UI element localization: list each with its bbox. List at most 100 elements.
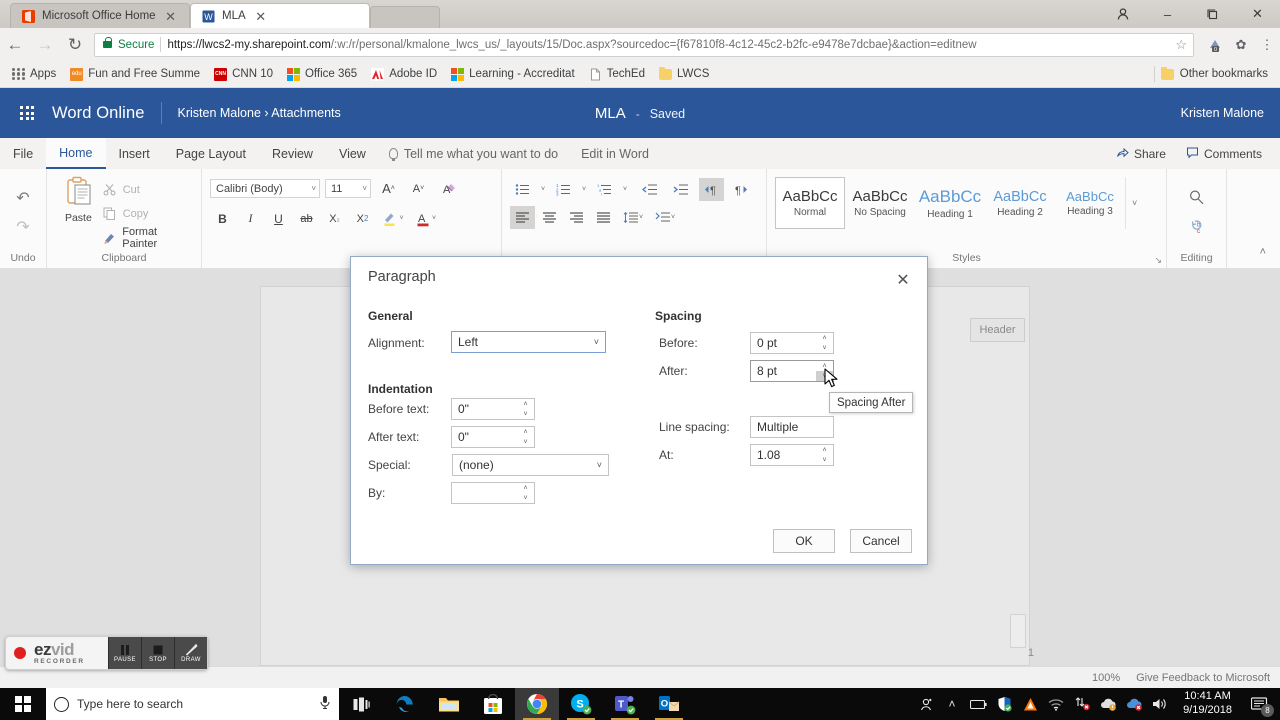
avast-icon[interactable] (1017, 688, 1043, 720)
chrome-menu-icon[interactable]: ⋮ (1254, 32, 1280, 58)
bookmark-cnn-10[interactable]: CNN CNN 10 (208, 66, 279, 83)
after-text-spinner[interactable]: 0" ˄ ˅ (451, 426, 535, 448)
before-text-spinner[interactable]: 0" ˄ ˅ (451, 398, 535, 420)
chevron-down-icon[interactable]: ˅ (358, 184, 367, 193)
taskbar-microsoft-store[interactable] (471, 688, 515, 720)
spacing-before-spinner[interactable]: 0 pt ˄ ˅ (750, 332, 834, 354)
grow-font-button[interactable]: A ˄ (376, 177, 401, 200)
multilevel-list-button[interactable]: 1ai (592, 178, 617, 201)
spinner-down-icon[interactable]: ˅ (517, 437, 534, 447)
multilevel-dropdown-icon[interactable]: ˅ (619, 178, 631, 201)
align-center-button[interactable] (537, 206, 562, 229)
onedrive-icon[interactable] (1095, 688, 1121, 720)
tab-review[interactable]: Review (259, 138, 326, 169)
extension-icon[interactable]: 0 (1202, 32, 1228, 58)
bookmark-fun-and-free-summer[interactable]: edu Fun and Free Summe (64, 66, 206, 83)
minimize-button[interactable]: – (1145, 0, 1190, 28)
decrease-indent-button[interactable] (637, 178, 662, 201)
microphone-icon[interactable] (319, 695, 331, 713)
wifi-icon[interactable] (1043, 688, 1069, 720)
bullets-dropdown-icon[interactable]: ˅ (537, 178, 549, 201)
taskbar-file-explorer[interactable] (427, 688, 471, 720)
spinner-down-icon[interactable]: ˅ (816, 455, 833, 465)
start-button[interactable] (0, 688, 46, 720)
taskbar-edge[interactable] (383, 688, 427, 720)
tab-file[interactable]: File (0, 138, 46, 169)
address-bar[interactable]: Secure https://lwcs2-my.sharepoint.com/:… (94, 32, 1194, 57)
bookmark-teched[interactable]: TechEd (583, 66, 651, 83)
feedback-link[interactable]: Give Feedback to Microsoft (1136, 672, 1270, 684)
bookmark-star-icon[interactable]: ☆ (1175, 37, 1187, 53)
close-icon[interactable]: ✕ (887, 265, 919, 295)
bookmark-office-365[interactable]: Office 365 (281, 66, 363, 83)
line-spacing-field[interactable]: Multiple (750, 416, 834, 438)
close-button[interactable]: ✕ (1235, 0, 1280, 28)
new-tab-button[interactable] (370, 6, 440, 28)
profile-icon[interactable] (1100, 0, 1145, 28)
header-region-label[interactable]: Header (970, 318, 1025, 342)
tab-home[interactable]: Home (46, 138, 106, 169)
align-right-button[interactable] (564, 206, 589, 229)
taskbar-google-chrome[interactable] (515, 688, 559, 720)
style-heading-1[interactable]: AaBbCc Heading 1 (915, 177, 985, 229)
user-name[interactable]: Kristen Malone (1181, 106, 1264, 120)
puzzle-icon[interactable]: ✿ (1228, 32, 1254, 58)
styles-more-icon[interactable]: ˅ (1132, 198, 1137, 208)
style-no-spacing[interactable]: AaBbCc No Spacing (845, 177, 915, 229)
maximize-button[interactable] (1190, 0, 1235, 28)
browser-tab-mla[interactable]: W MLA ✕ (190, 3, 370, 28)
ezvid-recorder-widget[interactable]: ezvid RECORDER PAUSE STOP DRAW (5, 636, 208, 670)
back-icon[interactable]: ← (0, 30, 30, 60)
windows-defender-icon[interactable] (991, 688, 1017, 720)
zoom-level[interactable]: 100% (1092, 672, 1120, 684)
volume-icon[interactable] (1147, 688, 1173, 720)
spinner-down-icon[interactable]: ˅ (816, 343, 833, 353)
superscript-button[interactable]: X2 (350, 207, 375, 230)
tab-view[interactable]: View (326, 138, 379, 169)
spinner-down-icon[interactable]: ˅ (517, 409, 534, 419)
shrink-font-button[interactable]: A ˅ (406, 177, 431, 200)
action-center-button[interactable]: 8 (1242, 688, 1276, 720)
show-hidden-icons[interactable]: ˄ (939, 688, 965, 720)
tab-insert[interactable]: Insert (106, 138, 163, 169)
font-size-combo[interactable]: 11 ˅ (325, 179, 371, 198)
spacing-after-spinner[interactable]: 8 pt ˄ ˅ (750, 360, 834, 382)
word-online-brand[interactable]: Word Online (52, 104, 145, 123)
replace-icon[interactable]: bc (1184, 216, 1209, 239)
paragraph-spacing-button[interactable]: ˅ (650, 206, 680, 229)
ok-button[interactable]: OK (773, 529, 835, 553)
numbering-dropdown-icon[interactable]: ˅ (578, 178, 590, 201)
rtl-text-direction-button[interactable]: ¶ (729, 178, 754, 201)
bookmark-learning-accreditation[interactable]: Learning - Accreditat (445, 66, 580, 83)
italic-button[interactable]: I (238, 207, 263, 230)
style-heading-2[interactable]: AaBbCc Heading 2 (985, 177, 1055, 229)
bookmark-lwcs[interactable]: LWCS (653, 66, 715, 82)
style-heading-3[interactable]: AaBbCc Heading 3 (1055, 177, 1125, 229)
spinner-up-icon[interactable]: ˄ (517, 427, 534, 437)
taskbar-clock[interactable]: 10:41 AM 9/19/2018 (1173, 690, 1242, 718)
paste-button[interactable]: Paste (55, 176, 102, 224)
task-view-button[interactable] (339, 688, 383, 720)
collapse-ribbon-icon[interactable]: ˄ (1260, 246, 1266, 258)
taskbar-skype[interactable]: S (559, 688, 603, 720)
spinner-up-icon[interactable]: ˄ (816, 445, 833, 455)
battery-icon[interactable] (965, 688, 991, 720)
underline-button[interactable]: U (266, 207, 291, 230)
breadcrumb[interactable]: Kristen Malone › Attachments (178, 106, 341, 120)
alignment-select[interactable]: Left ˅ (451, 331, 606, 353)
stop-button[interactable]: STOP (141, 637, 174, 669)
clear-formatting-icon[interactable]: A (436, 177, 461, 200)
subscript-button[interactable]: X₂ (322, 207, 347, 230)
tab-close-icon[interactable]: ✕ (164, 10, 178, 23)
by-spinner[interactable]: ˄ ˅ (451, 482, 535, 504)
onedrive-business-icon[interactable] (1121, 688, 1147, 720)
comments-button[interactable]: Comments (1178, 143, 1270, 165)
spinner-down-icon[interactable]: ˅ (517, 493, 534, 503)
bold-button[interactable]: B (210, 207, 235, 230)
font-color-button[interactable]: A ˅ (411, 207, 441, 230)
justify-button[interactable] (591, 206, 616, 229)
at-spinner[interactable]: 1.08 ˄ ˅ (750, 444, 834, 466)
bullets-button[interactable] (510, 178, 535, 201)
reload-icon[interactable]: ↻ (60, 30, 90, 60)
share-button[interactable]: Share (1108, 143, 1174, 165)
